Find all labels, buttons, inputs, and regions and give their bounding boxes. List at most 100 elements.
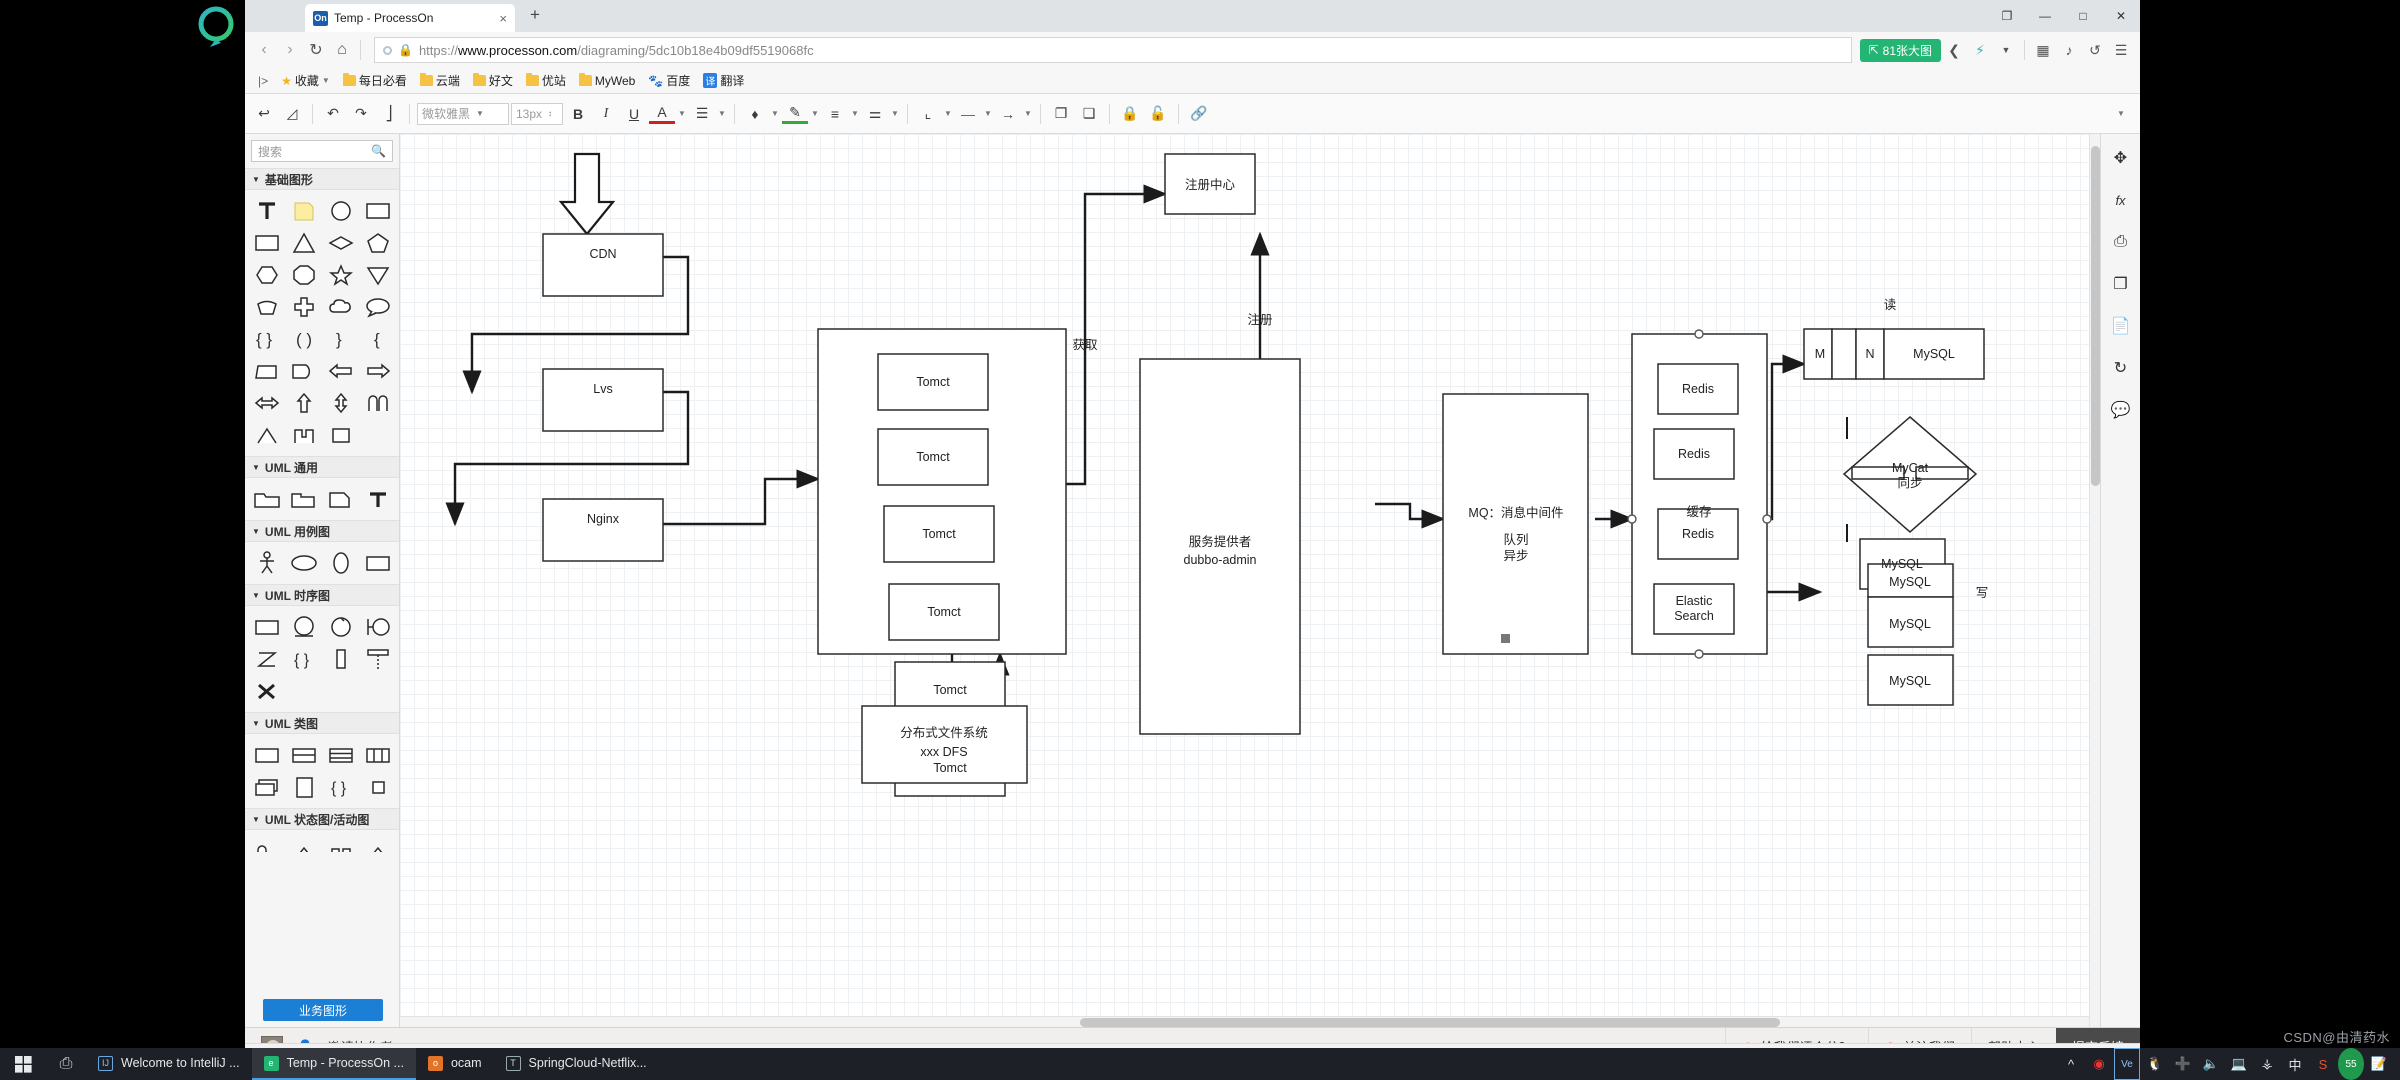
big-image-badge[interactable]: ⇱ 81张大图 xyxy=(1860,39,1941,62)
shape-rect2-icon[interactable] xyxy=(249,228,284,258)
resize-icon[interactable]: ⎙ xyxy=(2109,230,2133,254)
notification-icon[interactable]: 📝 xyxy=(2366,1048,2392,1080)
chevron-down-icon[interactable]: ▼ xyxy=(810,101,820,127)
taskbar-item-3[interactable]: T SpringCloud-Netflix... xyxy=(494,1048,659,1080)
chevron-up-icon[interactable]: ^ xyxy=(2058,1048,2084,1080)
bookmark-item-7[interactable]: 译 翻译 xyxy=(698,70,749,91)
shape-text-icon[interactable] xyxy=(249,196,284,226)
shape-triangle-icon[interactable] xyxy=(286,228,321,258)
shape-activation-bar-icon[interactable] xyxy=(323,644,358,674)
window-maximize-button[interactable]: □ xyxy=(2064,4,2102,28)
bookmark-item-4[interactable]: 优站 xyxy=(521,70,571,91)
shape-section-basic[interactable]: ▼ 基础图形 xyxy=(245,168,399,190)
chevron-down-icon[interactable]: ▼ xyxy=(717,101,727,127)
taskbar-item-0[interactable]: IJ Welcome to IntelliJ ... xyxy=(86,1048,252,1080)
shape-package-stack-icon[interactable] xyxy=(249,772,284,802)
shape-boundary-icon[interactable] xyxy=(360,612,395,642)
shape-diamond-icon[interactable] xyxy=(323,228,358,258)
shape-rect4-icon[interactable] xyxy=(249,612,284,642)
shape-circle-bar-icon[interactable] xyxy=(286,612,321,642)
bookmark-item-3[interactable]: 好文 xyxy=(468,70,518,91)
undo-icon[interactable]: ↶ xyxy=(320,101,346,127)
shape-page-icon[interactable] xyxy=(286,772,321,802)
vpn-icon[interactable]: ⚶ xyxy=(2254,1048,2280,1080)
navigator-icon[interactable]: ✥ xyxy=(2109,146,2133,170)
shape-actor-icon[interactable] xyxy=(249,548,284,578)
windows-icon[interactable] xyxy=(0,1048,46,1080)
format-painter-icon[interactable]: ◿ xyxy=(279,101,305,127)
shape-ellipse-tall-icon[interactable] xyxy=(323,548,358,578)
record-icon[interactable]: ◉ xyxy=(2086,1048,2112,1080)
share-icon[interactable]: ❮ xyxy=(1941,37,1967,63)
shape-note-icon[interactable] xyxy=(286,196,321,226)
refresh-icon[interactable]: ↺ xyxy=(2082,37,2108,63)
bookmark-item-2[interactable]: 云端 xyxy=(415,70,465,91)
fill-bucket-icon[interactable]: ♦ xyxy=(742,101,768,127)
copy-icon[interactable]: ❐ xyxy=(1048,101,1074,127)
shape-cross-icon[interactable] xyxy=(286,292,321,322)
shape-arc-icon[interactable] xyxy=(360,388,395,418)
shape-cone-icon[interactable] xyxy=(360,260,395,290)
headphone-icon[interactable]: ♪ xyxy=(2056,37,2082,63)
undo-arrow-icon[interactable]: ↩ xyxy=(251,101,277,127)
formula-icon[interactable]: fx xyxy=(2109,188,2133,212)
shape-star-icon[interactable] xyxy=(323,260,358,290)
bookmark-item-6[interactable]: 🐾 百度 xyxy=(643,70,695,91)
horizontal-scrollbar[interactable] xyxy=(400,1016,2089,1027)
shape-brace-right-icon[interactable]: } xyxy=(323,324,358,354)
chevron-down-icon[interactable]: ▼ xyxy=(770,101,780,127)
shape-folder2-icon[interactable] xyxy=(286,484,321,514)
taskbar-item-1[interactable]: e Temp - ProcessOn ... xyxy=(252,1048,416,1080)
shape-class-cols-icon[interactable] xyxy=(360,740,395,770)
line-style-icon[interactable]: ≡ xyxy=(822,101,848,127)
page-info-icon[interactable] xyxy=(383,46,392,55)
shape-arrow-right-icon[interactable] xyxy=(360,356,395,386)
lightning-icon[interactable]: ⚡ xyxy=(1967,37,1993,63)
shape-lifeline-icon[interactable] xyxy=(360,644,395,674)
diagram-canvas[interactable]: CDN Lvs Nginx Tomct Tomct Tomct Tomct To… xyxy=(400,134,2140,1027)
pen-icon[interactable]: ✎ xyxy=(782,104,808,124)
shape-rounded-icon[interactable] xyxy=(286,356,321,386)
align-icon[interactable]: ☰ xyxy=(689,101,715,127)
tab-close-icon[interactable]: × xyxy=(499,11,507,26)
chevron-down-icon[interactable]: ▼ xyxy=(677,101,687,127)
shape-rect-icon[interactable] xyxy=(360,196,395,226)
font-family-select[interactable]: 微软雅黑 ▼ xyxy=(417,103,509,125)
text-color-button[interactable]: A xyxy=(649,104,675,124)
shape-class-3row-icon[interactable] xyxy=(323,740,358,770)
window-close-button[interactable]: ✕ xyxy=(2102,4,2140,28)
back-button[interactable]: ‹ xyxy=(251,37,277,63)
shape-square-icon[interactable] xyxy=(323,420,358,450)
chevron-down-icon[interactable]: ▼ xyxy=(983,101,993,127)
shape-octagon-icon[interactable] xyxy=(286,260,321,290)
shape-circle-arrow-icon[interactable] xyxy=(323,612,358,642)
volume-icon[interactable]: 🔈 xyxy=(2198,1048,2224,1080)
shape-section-uml-state[interactable]: ▼ UML 状态图/活动图 xyxy=(245,808,399,830)
redo-icon[interactable]: ↷ xyxy=(348,101,374,127)
connector-icon[interactable]: ⌞ xyxy=(915,101,941,127)
italic-button[interactable]: I xyxy=(593,101,619,127)
shape-note2-icon[interactable] xyxy=(323,484,358,514)
paste-format-icon[interactable]: ⎦ xyxy=(376,101,402,127)
shape-state-chev-icon[interactable] xyxy=(286,836,321,852)
url-bar[interactable]: 🔒 https://www.processon.com/diagraming/5… xyxy=(374,37,1852,63)
shape-folder-icon[interactable] xyxy=(249,484,284,514)
font-size-select[interactable]: 13px ↕ xyxy=(511,103,563,125)
ime-icon[interactable]: 中 xyxy=(2282,1048,2308,1080)
layers-icon[interactable]: ❐ xyxy=(2109,272,2133,296)
shape-card-icon[interactable] xyxy=(249,356,284,386)
shape-text2-icon[interactable] xyxy=(360,484,395,514)
line-dash-icon[interactable]: ⚌ xyxy=(862,101,888,127)
lock-icon[interactable]: 🔒 xyxy=(1117,101,1143,127)
shape-rect3-icon[interactable] xyxy=(360,548,395,578)
plus-circle-icon[interactable]: ➕ xyxy=(2170,1048,2196,1080)
bookmark-sidebar-toggle[interactable]: |> xyxy=(253,72,273,90)
line-icon[interactable]: — xyxy=(955,101,981,127)
window-restore-button[interactable]: ❐ xyxy=(1988,4,2026,28)
comment-icon[interactable]: 💬 xyxy=(2109,398,2133,422)
shape-class-plain-icon[interactable] xyxy=(249,740,284,770)
shape-arrow-up-icon[interactable] xyxy=(286,388,321,418)
forward-button[interactable]: › xyxy=(277,37,303,63)
arrow-icon[interactable]: → xyxy=(995,101,1021,127)
battery-icon[interactable]: ▦ xyxy=(2030,37,2056,63)
